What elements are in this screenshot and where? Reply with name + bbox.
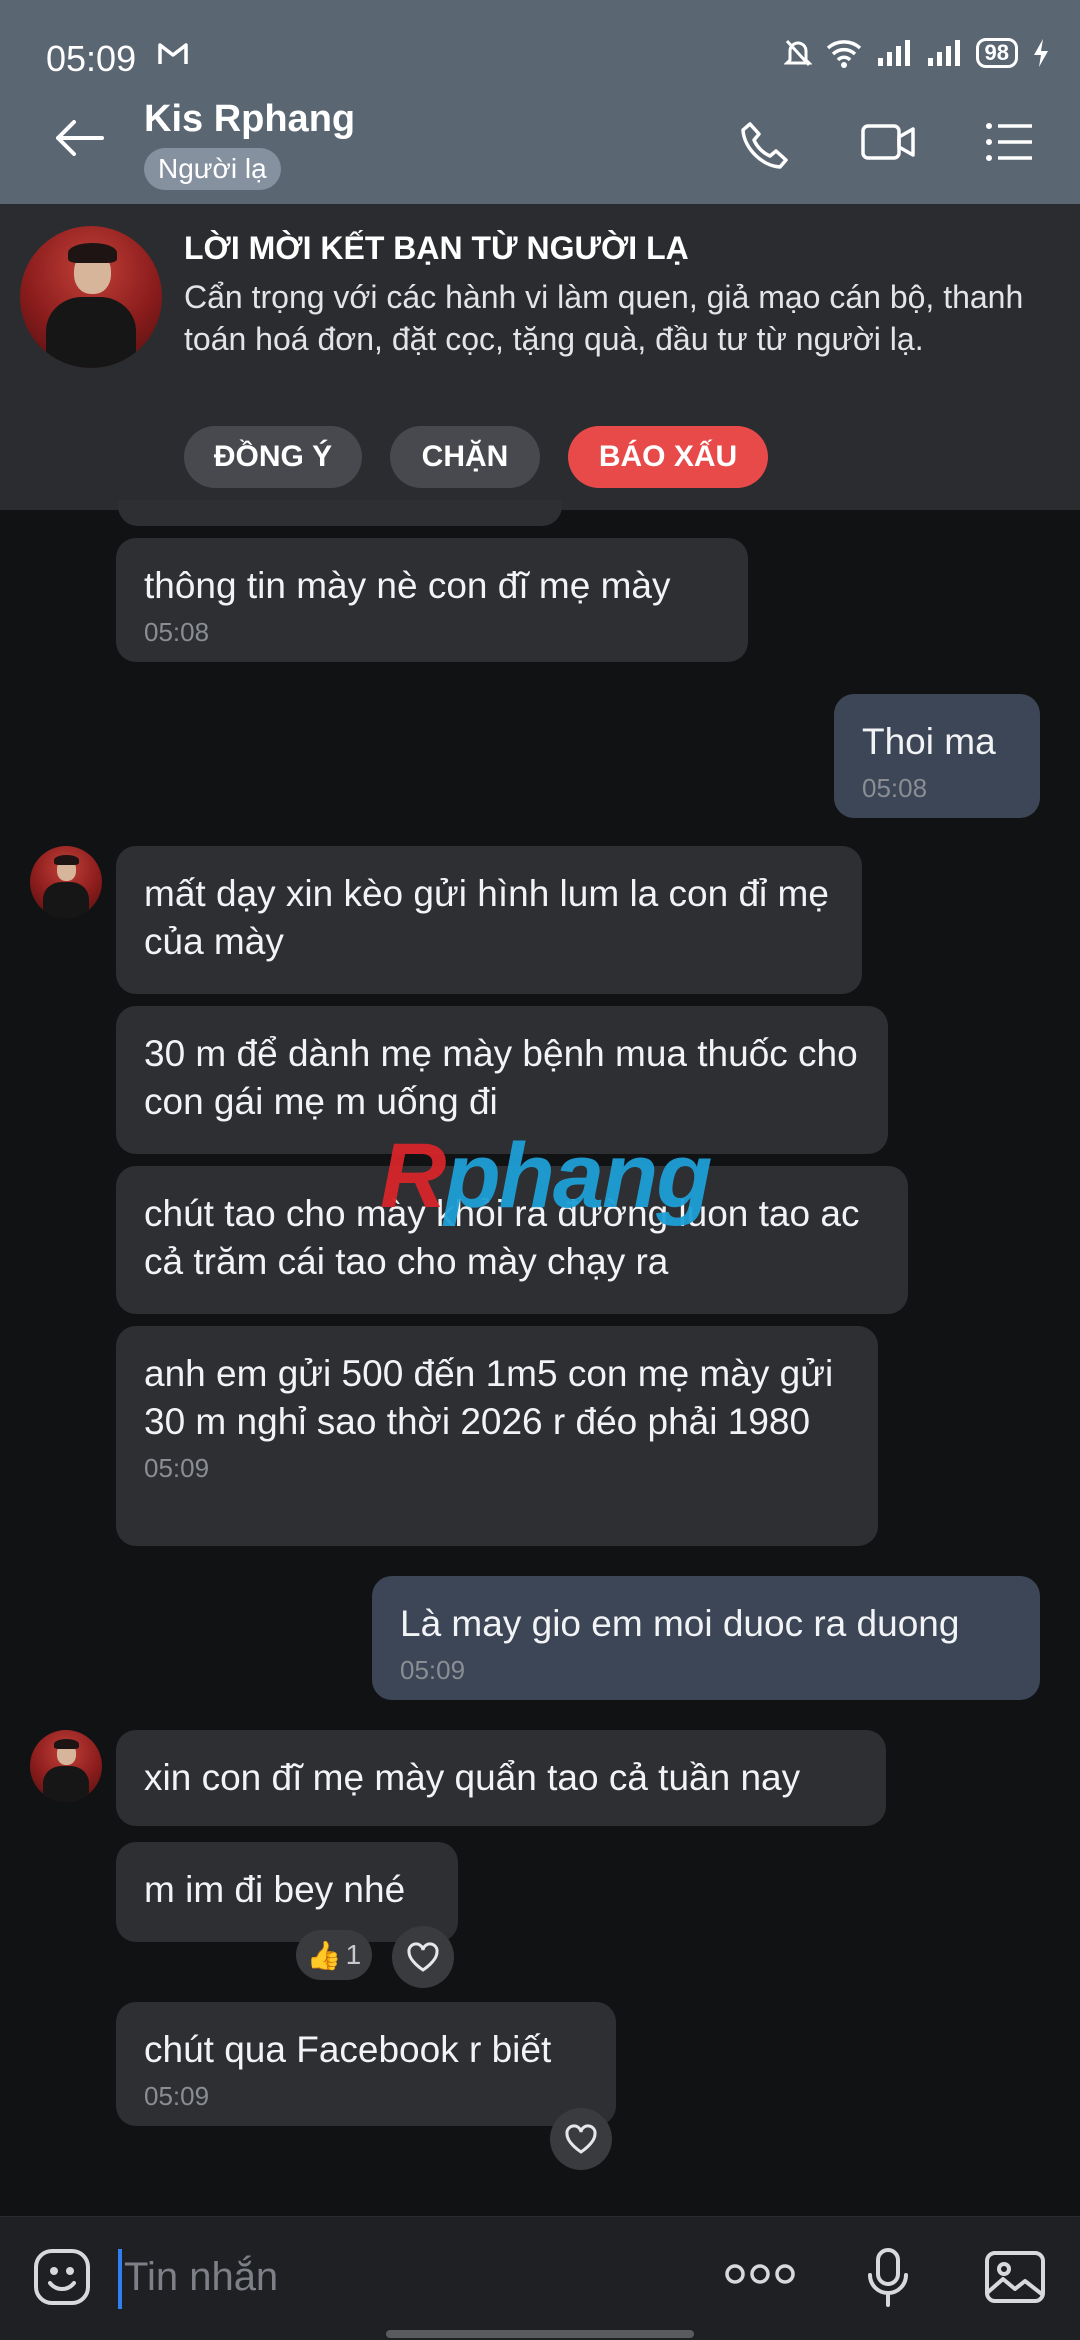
message-text: thông tin mày nè con đĩ mẹ mày — [144, 565, 671, 606]
message-incoming[interactable]: m im đi bey nhé — [116, 1842, 458, 1942]
gmail-icon — [158, 42, 188, 71]
message-input[interactable]: Tin nhắn — [124, 2255, 278, 2300]
message-incoming[interactable]: chút qua Facebook r biết 05:09 — [116, 2002, 616, 2126]
message-text: xin con đĩ mẹ mày quẩn tao cả tuần nay — [144, 1757, 801, 1798]
video-call-icon[interactable] — [860, 120, 916, 169]
more-options-icon[interactable] — [724, 2261, 796, 2292]
message-outgoing[interactable]: Thoi ma 05:08 — [834, 694, 1040, 818]
text-caret — [118, 2249, 122, 2309]
emoji-sticker-icon[interactable] — [32, 2247, 92, 2312]
contact-avatar[interactable] — [20, 226, 162, 368]
message-time: 05:09 — [144, 2081, 210, 2111]
sender-avatar[interactable] — [30, 1730, 102, 1802]
signal-icon — [877, 40, 910, 66]
message-time: 05:08 — [144, 617, 210, 647]
wifi-icon — [826, 40, 861, 68]
sender-avatar[interactable] — [30, 846, 102, 918]
accept-button[interactable]: ĐỒNG Ý — [184, 426, 362, 488]
message-text: 30 m để dành mẹ mày bệnh mua thuốc cho c… — [144, 1033, 858, 1122]
home-indicator[interactable] — [386, 2330, 694, 2338]
signal-icon-2 — [927, 40, 960, 66]
message-incoming[interactable]: thông tin mày nè con đĩ mẹ mày 05:08 — [116, 538, 748, 662]
reaction-badge[interactable]: 👍 1 — [296, 1930, 372, 1980]
menu-list-icon[interactable] — [984, 120, 1034, 169]
message-text: mất dạy xin kèo gửi hình lum la con đỉ m… — [144, 873, 829, 962]
message-text: Là may gio em moi duoc ra duong — [400, 1603, 960, 1644]
message-incoming[interactable]: anh em gửi 500 đến 1m5 con mẹ mày gửi 30… — [116, 1326, 878, 1546]
charging-icon — [1034, 39, 1048, 67]
message-text: m im đi bey nhé — [144, 1869, 406, 1910]
message-time: 05:09 — [144, 1453, 210, 1483]
block-button[interactable]: CHẶN — [390, 426, 540, 488]
reaction-count: 1 — [345, 1939, 362, 1970]
heart-react-icon[interactable] — [550, 2108, 612, 2170]
message-input-bar: Tin nhắn — [0, 2216, 1080, 2340]
message-text: Thoi ma — [862, 721, 996, 762]
message-incoming[interactable]: mất dạy xin kèo gửi hình lum la con đỉ m… — [116, 846, 862, 994]
back-arrow-icon[interactable] — [54, 118, 104, 163]
message-time: 05:08 — [862, 773, 928, 803]
banner-title: LỜI MỜI KẾT BẠN TỪ NGƯỜI LẠ — [184, 230, 689, 266]
battery-indicator: 98 — [975, 38, 1018, 68]
report-button[interactable]: BÁO XẤU — [568, 426, 768, 488]
contact-name[interactable]: Kis Rphang — [144, 98, 355, 141]
message-bubble-partial — [118, 500, 562, 526]
image-gallery-icon[interactable] — [984, 2247, 1046, 2312]
message-outgoing[interactable]: Là may gio em moi duoc ra duong 05:09 — [372, 1576, 1040, 1700]
thumbs-up-icon: 👍 — [306, 1939, 342, 1971]
status-icons: 98 — [783, 38, 1050, 68]
status-time: 05:09 — [46, 38, 137, 79]
watermark-logo: Rphang — [380, 1125, 712, 1227]
message-text: anh em gửi 500 đến 1m5 con mẹ mày gửi 30… — [144, 1353, 834, 1442]
status-bar: 05:09 98 — [0, 0, 1080, 82]
message-text: chút qua Facebook r biết — [144, 2029, 552, 2070]
banner-warning-text: Cẩn trọng với các hành vi làm quen, giả … — [184, 279, 1024, 357]
call-icon[interactable] — [740, 120, 790, 175]
mute-notifications-icon — [783, 39, 812, 67]
message-incoming[interactable]: xin con đĩ mẹ mày quẩn tao cả tuần nay — [116, 1730, 886, 1826]
microphone-icon[interactable] — [866, 2247, 910, 2314]
chat-header: Kis Rphang Người lạ — [0, 82, 1080, 204]
stranger-badge: Người lạ — [144, 148, 281, 190]
friend-request-banner: LỜI MỜI KẾT BẠN TỪ NGƯỜI LẠ Cẩn trọng vớ… — [0, 204, 1080, 510]
message-time: 05:09 — [400, 1655, 466, 1685]
heart-react-icon[interactable] — [392, 1926, 454, 1988]
